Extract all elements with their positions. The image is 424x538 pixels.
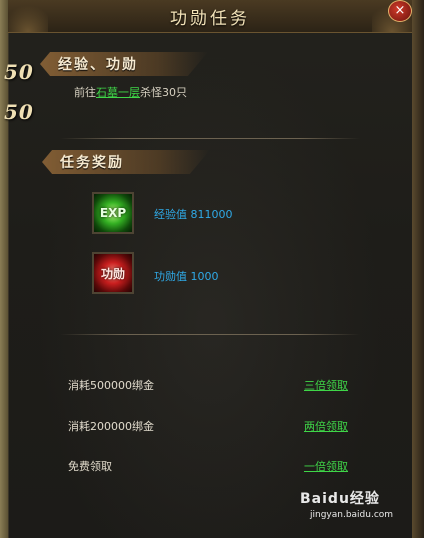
title-bar[interactable]: 功勋任务 xyxy=(8,0,412,33)
reward-merit-label: 功勋值 xyxy=(154,270,187,283)
divider-bottom xyxy=(60,334,360,335)
claim-free-label: 免费领取 xyxy=(68,460,112,473)
counter-top: 50 xyxy=(4,60,34,84)
title-ornament-left xyxy=(8,0,48,32)
reward-merit: 功勋值 1000 xyxy=(154,268,219,284)
section-banner-exp-merit: 经验、功勋 xyxy=(40,52,208,76)
task-description: 前往石墓一层杀怪30只 xyxy=(74,84,187,100)
reward-merit-value: 1000 xyxy=(190,270,219,283)
claim-cost-triple: 消耗500000绑金 xyxy=(68,379,154,392)
baidu-watermark: Baidu经验 jingyan.baidu.com xyxy=(300,488,393,520)
section-heading-rewards: 任务奖励 xyxy=(60,155,124,171)
close-button[interactable]: × xyxy=(388,0,412,22)
exp-icon[interactable]: EXP xyxy=(92,192,134,234)
claim-single-button[interactable]: 一倍领取 xyxy=(304,458,348,474)
reward-exp-label: 经验值 xyxy=(154,208,187,221)
merit-icon[interactable]: 功勋 xyxy=(92,252,134,294)
task-prefix: 前往 xyxy=(74,86,96,99)
reward-exp: 经验值 811000 xyxy=(154,206,233,222)
watermark-url: jingyan.baidu.com xyxy=(310,510,394,520)
reward-exp-value: 811000 xyxy=(190,208,233,221)
divider-top xyxy=(60,138,360,139)
task-location-link[interactable]: 石墓一层 xyxy=(96,86,140,99)
claim-cost-double: 消耗200000绑金 xyxy=(68,420,154,433)
section-banner-rewards: 任务奖励 xyxy=(42,150,210,174)
claim-double-button[interactable]: 两倍领取 xyxy=(304,418,348,434)
window-title: 功勋任务 xyxy=(170,8,250,29)
section-heading-exp-merit: 经验、功勋 xyxy=(58,57,138,73)
claim-triple-button[interactable]: 三倍领取 xyxy=(304,377,348,393)
watermark-brand: Baidu经验 xyxy=(300,491,380,507)
task-suffix: 杀怪30只 xyxy=(140,86,187,99)
counter-bottom: 50 xyxy=(4,100,34,124)
panel-right-frame xyxy=(412,0,424,538)
